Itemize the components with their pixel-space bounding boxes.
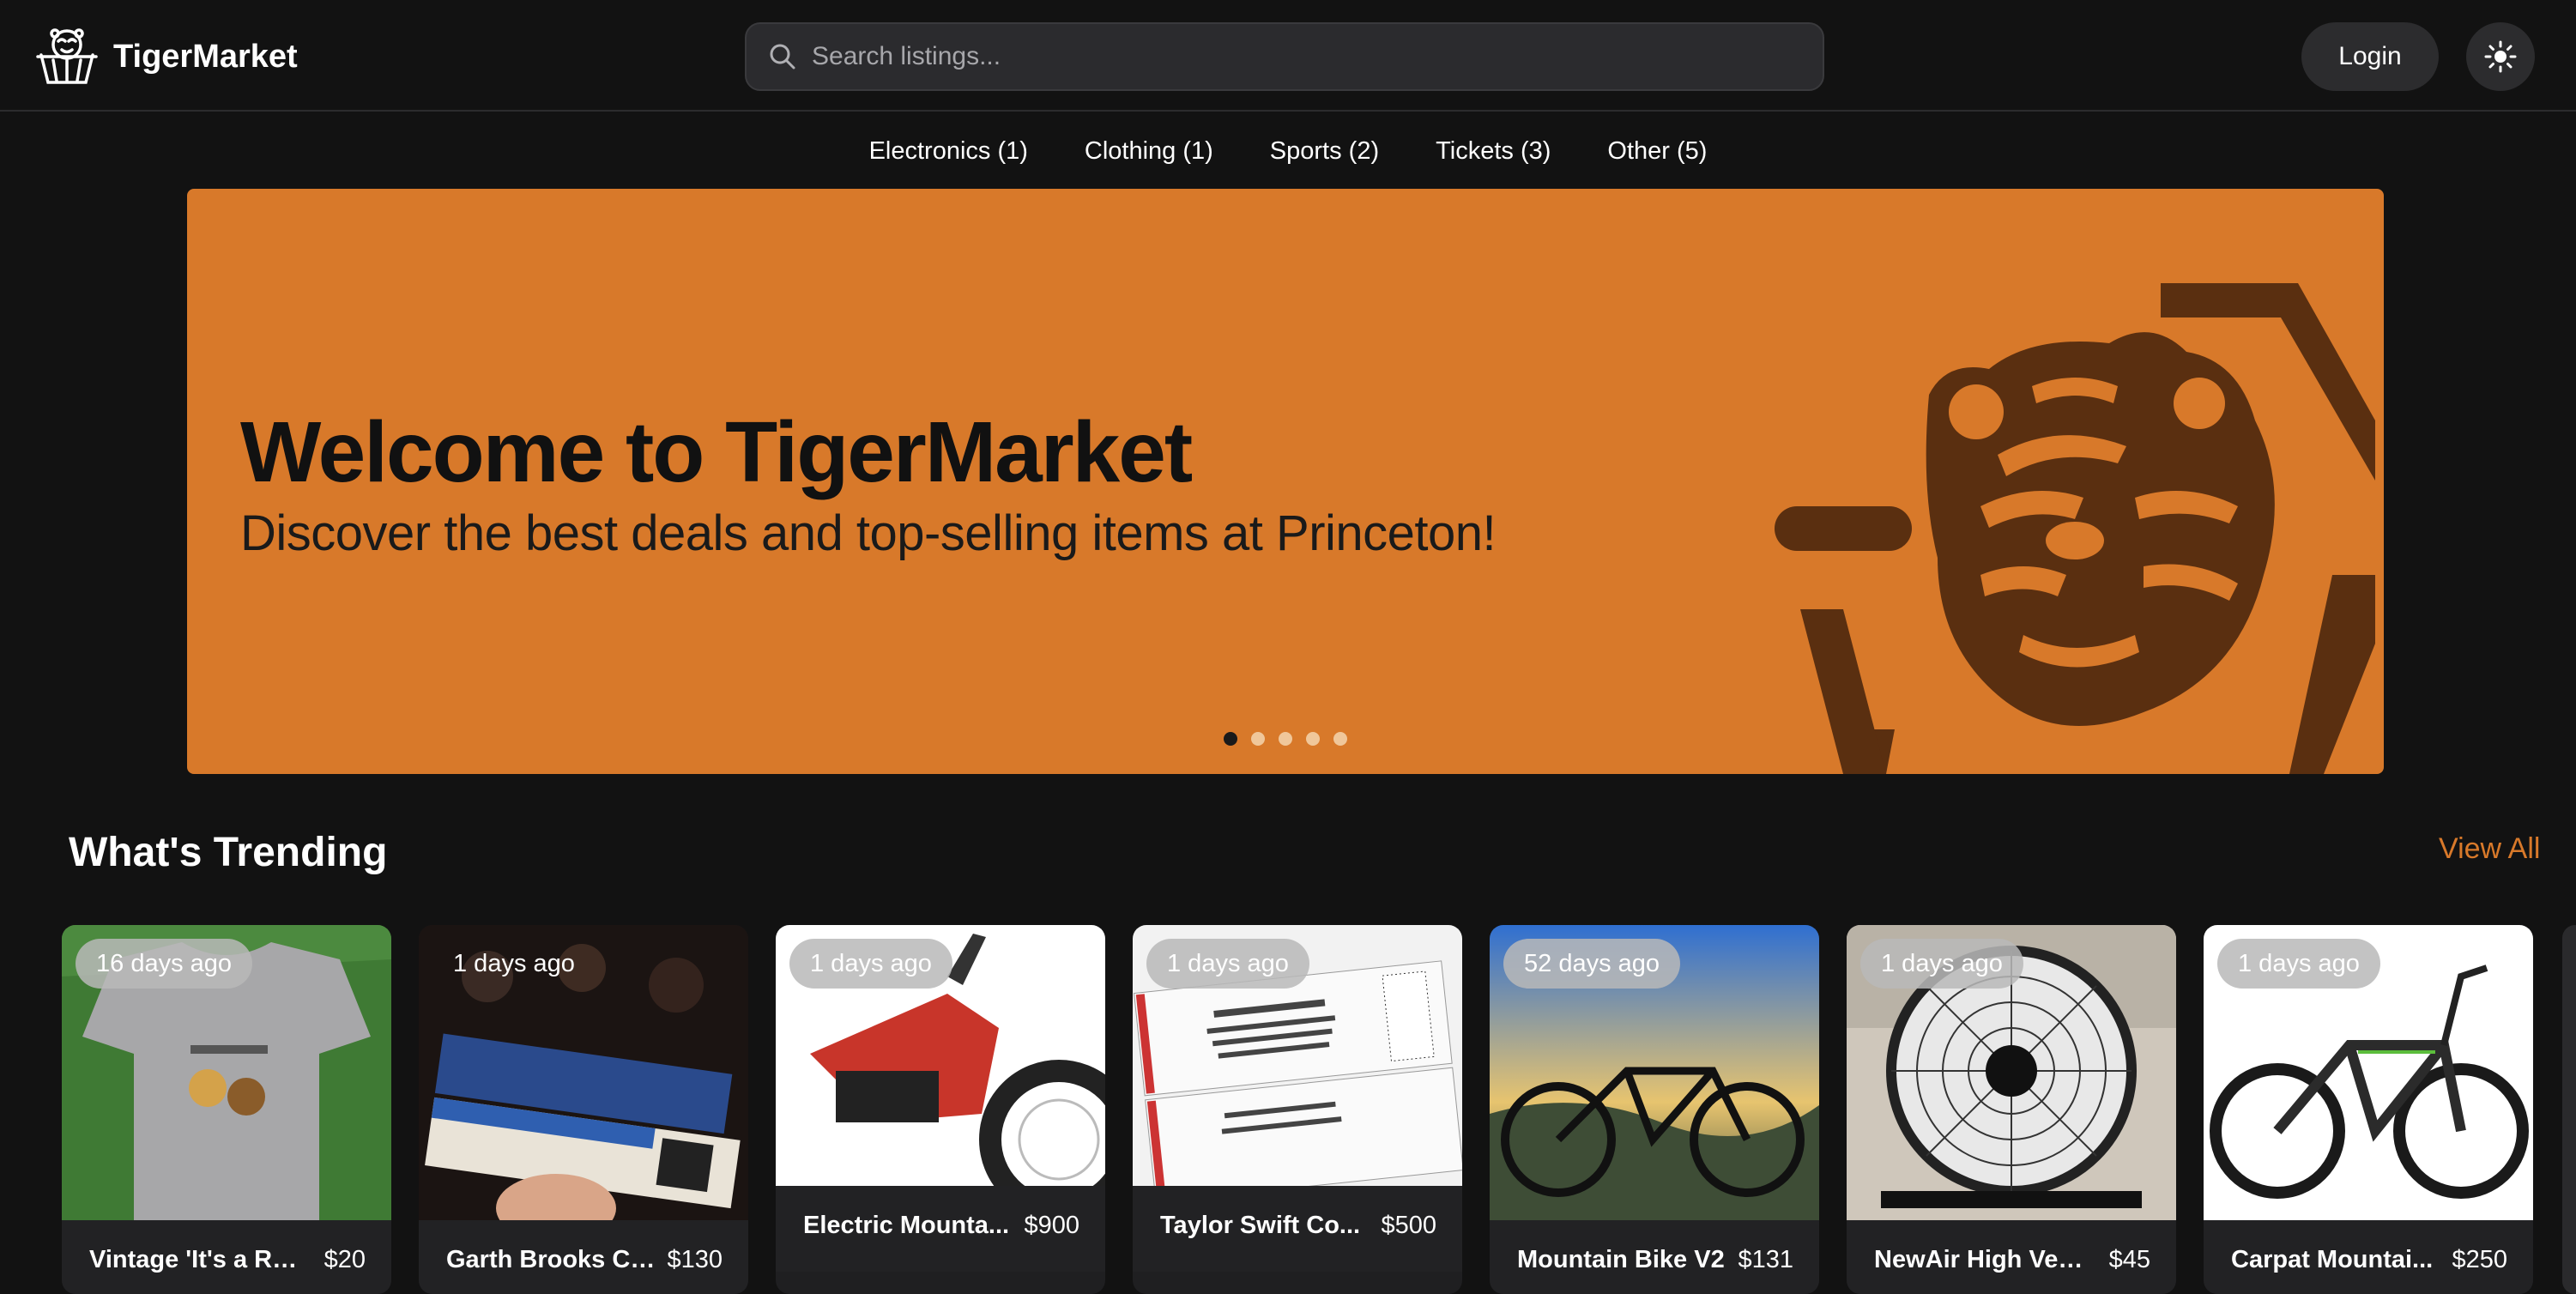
carousel-dot-5[interactable] [1333, 732, 1347, 746]
listing-card[interactable]: 1 days ago NewAir High Velo... $45 [1847, 925, 2176, 1294]
listing-age-badge: 1 days ago [453, 950, 575, 977]
listing-title: Garth Brooks Co... [446, 1246, 659, 1273]
tiger-logo-icon [36, 28, 98, 84]
listing-title: Electric Mounta... [803, 1212, 1010, 1239]
listing-price: $900 [1024, 1212, 1079, 1239]
category-tickets[interactable]: Tickets (3) [1436, 129, 1551, 173]
listing-price: $500 [1381, 1212, 1436, 1239]
theme-toggle-button[interactable] [2466, 22, 2535, 91]
category-electronics[interactable]: Electronics (1) [869, 129, 1028, 173]
hero-subtitle: Discover the best deals and top-selling … [240, 505, 1497, 561]
listing-title: Carpat Mountai... [2231, 1246, 2434, 1273]
login-button[interactable]: Login [2301, 22, 2439, 91]
listing-price: $45 [2108, 1246, 2150, 1273]
tiger-illustration-icon [1775, 283, 2375, 774]
listing-footer: Mountain Bike V2 $131 [1490, 1220, 1819, 1294]
top-navbar: TigerMarket Login [0, 0, 2576, 112]
hero-carousel[interactable]: Welcome to TigerMarket Discover the best… [187, 189, 2384, 774]
listing-footer: Electric Mounta... $900 [776, 1186, 1105, 1272]
search-icon [770, 44, 795, 70]
listing-card[interactable]: 16 days ago Vintage 'It's a Re... $20 [62, 925, 391, 1294]
listing-price: $250 [2452, 1246, 2507, 1273]
listing-footer: Garth Brooks Co... $130 [419, 1220, 748, 1294]
brand-name: TigerMarket [113, 38, 298, 75]
carousel-dots [1224, 732, 1347, 746]
category-nav: Electronics (1) Clothing (1) Sports (2) … [0, 129, 2576, 173]
category-sports[interactable]: Sports (2) [1270, 129, 1379, 173]
search-bar[interactable] [745, 22, 1824, 91]
listing-card[interactable]: 1 days ago Garth Brooks Co... $130 [419, 925, 748, 1294]
listing-card[interactable]: 1 days ago Carpat Mountai... $250 [2204, 925, 2533, 1294]
listing-footer: Carpat Mountai... $250 [2204, 1220, 2533, 1294]
listing-card[interactable]: 1 days ago Taylor Swift Co... $500 [1133, 925, 1462, 1294]
listing-price: $20 [324, 1246, 366, 1273]
category-clothing[interactable]: Clothing (1) [1085, 129, 1213, 173]
carousel-dot-1[interactable] [1224, 732, 1237, 746]
listing-age-badge: 1 days ago [1860, 939, 2023, 989]
view-all-link[interactable]: View All [2439, 832, 2540, 866]
listing-card-partial[interactable] [2562, 925, 2576, 1294]
listing-age-badge: 1 days ago [1146, 939, 1309, 989]
trending-title: What's Trending [69, 830, 388, 875]
listing-footer: Vintage 'It's a Re... $20 [62, 1220, 391, 1294]
category-other[interactable]: Other (5) [1607, 129, 1707, 173]
listing-title: Vintage 'It's a Re... [89, 1246, 302, 1273]
carousel-dot-2[interactable] [1251, 732, 1265, 746]
brand[interactable]: TigerMarket [33, 22, 298, 91]
listing-title: NewAir High Velo... [1874, 1246, 2087, 1273]
listing-footer: Taylor Swift Co... $500 [1133, 1186, 1462, 1272]
listing-age-badge: 1 days ago [789, 939, 952, 989]
hero-title: Welcome to TigerMarket [240, 404, 1193, 500]
listing-title: Taylor Swift Co... [1160, 1212, 1361, 1239]
listing-card[interactable]: 1 days ago Electric Mounta... $900 [776, 925, 1105, 1294]
listing-price: $131 [1738, 1246, 1793, 1273]
sun-icon [2484, 40, 2517, 73]
carousel-dot-4[interactable] [1306, 732, 1320, 746]
listing-age-badge: 1 days ago [2217, 939, 2380, 989]
listing-title: Mountain Bike V2 [1517, 1246, 1725, 1273]
listing-age-badge: 52 days ago [1503, 939, 1681, 989]
listing-price: $130 [667, 1246, 723, 1273]
listing-footer: NewAir High Velo... $45 [1847, 1220, 2176, 1294]
search-input[interactable] [810, 41, 1757, 72]
carousel-dot-3[interactable] [1279, 732, 1292, 746]
listing-card[interactable]: 52 days ago Mountain Bike V2 $131 [1490, 925, 1819, 1294]
listing-age-badge: 16 days ago [76, 939, 253, 989]
